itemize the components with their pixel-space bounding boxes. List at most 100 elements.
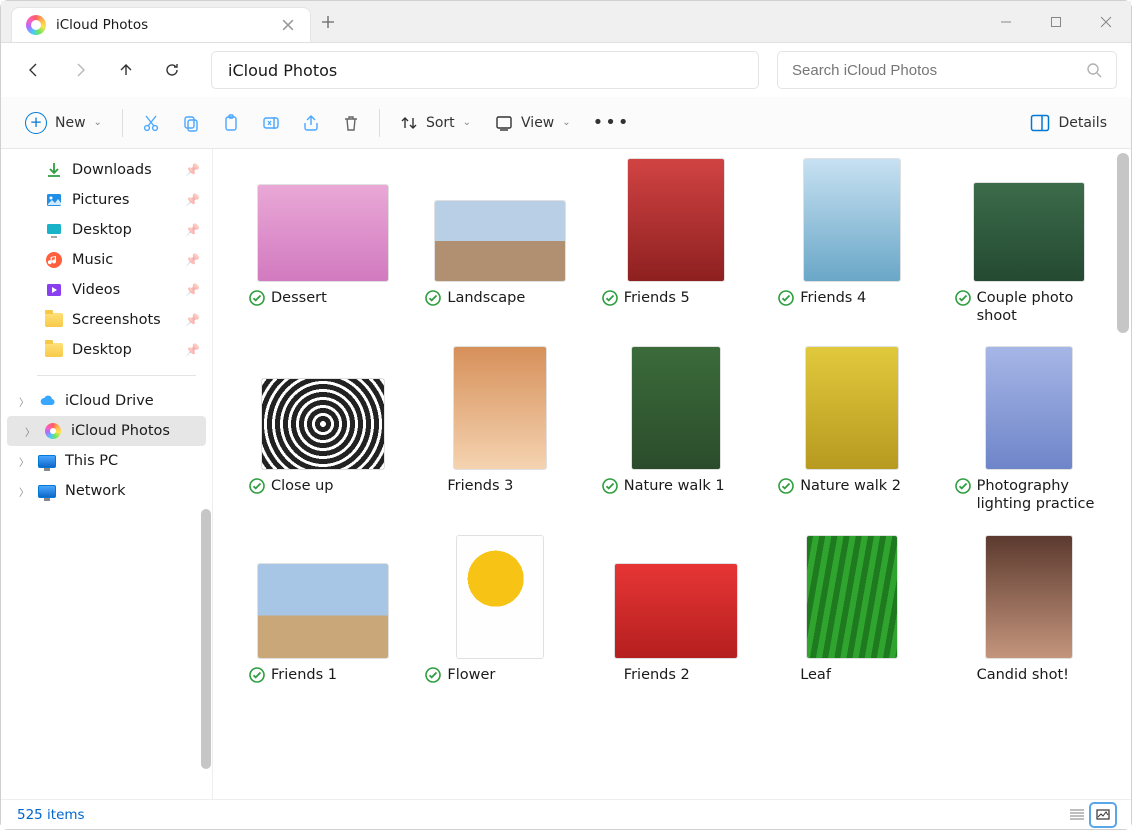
- sidebar-item-desktop[interactable]: Desktop 📌: [1, 215, 212, 245]
- copy-button[interactable]: [173, 107, 209, 139]
- view-button[interactable]: View ⌄: [485, 108, 581, 138]
- minimize-button[interactable]: [981, 1, 1031, 42]
- photo-thumbnail[interactable]: [258, 564, 388, 658]
- app-icon: [44, 422, 62, 440]
- new-icon: +: [25, 112, 47, 134]
- up-button[interactable]: [107, 51, 145, 89]
- back-button[interactable]: [15, 51, 53, 89]
- details-view-toggle[interactable]: [1065, 804, 1089, 826]
- photo-tile[interactable]: Couple photo shoot: [955, 159, 1103, 325]
- photo-tile[interactable]: Flower: [425, 536, 573, 684]
- photo-name: Leaf: [800, 666, 831, 684]
- photo-thumbnail[interactable]: [457, 536, 543, 658]
- photo-thumbnail[interactable]: [986, 347, 1072, 469]
- photo-thumbnail[interactable]: [806, 347, 898, 469]
- cut-button[interactable]: [133, 107, 169, 139]
- photo-tile[interactable]: Nature walk 1: [602, 347, 750, 513]
- sidebar-tree-icloud-photos[interactable]: 〉 iCloud Photos: [7, 416, 206, 446]
- chevron-right-icon[interactable]: 〉: [19, 454, 29, 469]
- pin-icon[interactable]: 📌: [185, 313, 200, 327]
- window-tab[interactable]: iCloud Photos: [11, 7, 311, 42]
- photo-tile[interactable]: Dessert: [249, 159, 397, 325]
- sort-button[interactable]: Sort ⌄: [390, 108, 481, 138]
- photo-thumbnail[interactable]: [974, 183, 1084, 281]
- sidebar-item-label: Screenshots: [72, 312, 161, 328]
- sidebar-item-screenshots[interactable]: Screenshots 📌: [1, 305, 212, 335]
- tab-title: iCloud Photos: [56, 17, 272, 33]
- sync-status-icon: [249, 290, 265, 306]
- forward-button[interactable]: [61, 51, 99, 89]
- status-bar: 525 items: [1, 799, 1131, 829]
- content-area[interactable]: Dessert Landscape Friends 5 Friends 4 Co: [213, 149, 1131, 799]
- folder-icon: [45, 341, 63, 359]
- refresh-button[interactable]: [153, 51, 191, 89]
- sidebar-item-music[interactable]: Music 📌: [1, 245, 212, 275]
- details-label: Details: [1058, 115, 1107, 131]
- sync-status-icon: [778, 290, 794, 306]
- photo-tile[interactable]: Friends 1: [249, 536, 397, 684]
- photo-thumbnail[interactable]: [258, 185, 388, 281]
- more-button[interactable]: •••: [585, 106, 639, 139]
- photo-tile[interactable]: Close up: [249, 347, 397, 513]
- sidebar-tree-icloud-drive[interactable]: 〉 iCloud Drive: [1, 386, 212, 416]
- photo-tile[interactable]: Nature walk 2: [778, 347, 926, 513]
- address-bar[interactable]: iCloud Photos: [211, 51, 759, 89]
- photo-tile[interactable]: Friends 5: [602, 159, 750, 325]
- photo-tile[interactable]: Friends 3: [425, 347, 573, 513]
- pin-icon[interactable]: 📌: [185, 343, 200, 357]
- search-box[interactable]: [777, 51, 1117, 89]
- chevron-right-icon[interactable]: 〉: [19, 484, 29, 499]
- new-button[interactable]: + New ⌄: [15, 106, 112, 140]
- pin-icon[interactable]: 📌: [185, 223, 200, 237]
- chevron-right-icon[interactable]: 〉: [19, 394, 29, 409]
- photo-thumbnail[interactable]: [628, 159, 724, 281]
- photo-thumbnail[interactable]: [615, 564, 737, 658]
- photo-thumbnail[interactable]: [632, 347, 720, 469]
- sidebar-tree-network[interactable]: 〉 Network: [1, 476, 212, 506]
- sidebar-item-pictures[interactable]: Pictures 📌: [1, 185, 212, 215]
- new-tab-button[interactable]: [311, 1, 345, 42]
- sidebar[interactable]: Downloads 📌 Pictures 📌 Desktop 📌 Music 📌…: [1, 149, 213, 799]
- photo-tile[interactable]: Candid shot!: [955, 536, 1103, 684]
- photo-thumbnail[interactable]: [807, 536, 897, 658]
- content-scrollbar[interactable]: [1117, 153, 1129, 333]
- share-button[interactable]: [293, 107, 329, 139]
- pin-icon[interactable]: 📌: [185, 163, 200, 177]
- close-tab-icon[interactable]: [282, 19, 294, 31]
- sync-status-icon: [425, 667, 441, 683]
- photo-thumbnail[interactable]: [986, 536, 1072, 658]
- chevron-right-icon[interactable]: 〉: [25, 424, 35, 439]
- sync-status-icon: [602, 478, 618, 494]
- music-icon: [45, 251, 63, 269]
- photo-tile[interactable]: Friends 2: [602, 536, 750, 684]
- photo-thumbnail[interactable]: [454, 347, 546, 469]
- photo-thumbnail[interactable]: [804, 159, 900, 281]
- pin-icon[interactable]: 📌: [185, 193, 200, 207]
- view-icon: [495, 114, 513, 132]
- sidebar-item-downloads[interactable]: Downloads 📌: [1, 155, 212, 185]
- photo-thumbnail[interactable]: [262, 379, 384, 469]
- sidebar-item-videos[interactable]: Videos 📌: [1, 275, 212, 305]
- sidebar-item-desktop[interactable]: Desktop 📌: [1, 335, 212, 365]
- search-icon: [1086, 62, 1102, 78]
- photo-name: Landscape: [447, 289, 525, 307]
- search-input[interactable]: [792, 62, 1086, 79]
- rename-button[interactable]: [253, 107, 289, 139]
- paste-button[interactable]: [213, 107, 249, 139]
- icons-view-toggle[interactable]: [1091, 804, 1115, 826]
- photo-name: Candid shot!: [977, 666, 1069, 684]
- pin-icon[interactable]: 📌: [185, 253, 200, 267]
- photo-tile[interactable]: Friends 4: [778, 159, 926, 325]
- details-pane-button[interactable]: Details: [1020, 108, 1117, 138]
- photo-thumbnail[interactable]: [435, 201, 565, 281]
- photo-tile[interactable]: Leaf: [778, 536, 926, 684]
- sidebar-scrollbar[interactable]: [201, 509, 211, 769]
- photo-tile[interactable]: Photography lighting practice: [955, 347, 1103, 513]
- close-window-button[interactable]: [1081, 1, 1131, 42]
- delete-button[interactable]: [333, 107, 369, 139]
- maximize-button[interactable]: [1031, 1, 1081, 42]
- body: Downloads 📌 Pictures 📌 Desktop 📌 Music 📌…: [1, 149, 1131, 799]
- pin-icon[interactable]: 📌: [185, 283, 200, 297]
- sidebar-tree-this-pc[interactable]: 〉 This PC: [1, 446, 212, 476]
- photo-tile[interactable]: Landscape: [425, 159, 573, 325]
